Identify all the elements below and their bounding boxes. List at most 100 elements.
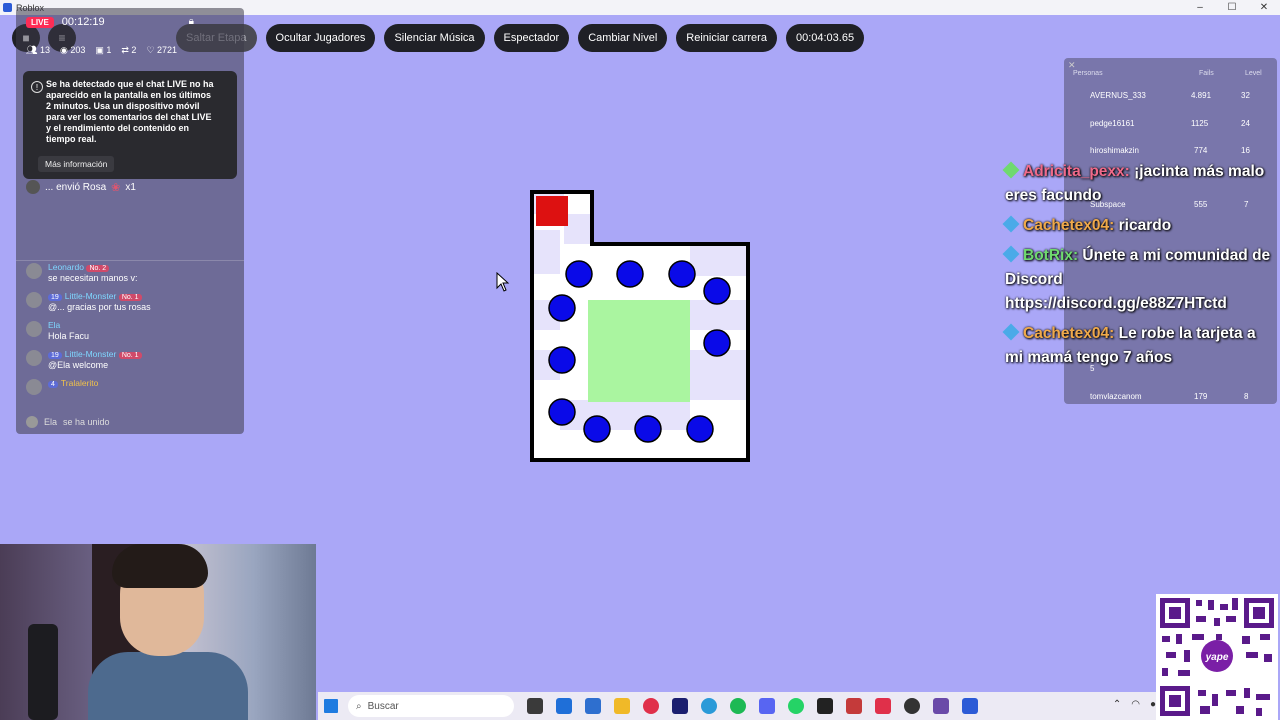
spotify-icon[interactable] — [730, 698, 746, 714]
spectator-button[interactable]: Espectador — [493, 24, 570, 52]
streamer-hair — [112, 544, 208, 588]
chat-username[interactable]: Tralalerito — [61, 378, 98, 388]
chat-message: Ela Hola Facu — [26, 320, 236, 341]
gifts-stat: ▣ 1 — [95, 45, 112, 55]
avatar — [26, 321, 42, 337]
chat-list: Leonardo No. 2 se necesitan manos v: 19 L… — [26, 262, 236, 396]
close-button[interactable]: ✕ — [1248, 0, 1280, 15]
premiere-icon[interactable] — [672, 698, 688, 714]
live-stream-panel: LIVE 00:12:19 🔒︎ 👥︎ 13 ◉ 203 ▣ 1 ⇄ 2 ♡ 2… — [16, 8, 244, 434]
more-info-button[interactable]: Más información — [38, 156, 115, 172]
floor-tile — [690, 350, 746, 400]
level-header: Level — [1245, 70, 1262, 77]
player-fails: 774 — [1194, 146, 1208, 155]
player-name: tomvlazcanom — [1090, 392, 1142, 401]
search-placeholder: Buscar — [367, 700, 399, 712]
viewers-count: 203 — [70, 45, 86, 55]
calculator-icon[interactable] — [585, 698, 601, 714]
chat-message: Leonardo No. 2 se necesitan manos v: — [26, 262, 236, 283]
enemy-dot — [616, 260, 644, 288]
gift-text: ... envió Rosa — [45, 181, 107, 193]
shares-count: 2 — [131, 45, 137, 55]
restart-run-button[interactable]: Reiniciar carrera — [676, 24, 777, 52]
overlay-text: ricardo — [1114, 217, 1172, 234]
enemy-dot — [703, 277, 731, 305]
minimize-button[interactable]: – — [1184, 0, 1216, 15]
chat-text: @... gracias por tus rosas — [48, 302, 151, 312]
avatar — [26, 350, 42, 366]
player-fails: 179 — [1194, 392, 1208, 401]
overlay-chat-line: Cachetex04: ricardo — [1002, 214, 1275, 238]
microphone-stand — [28, 624, 58, 720]
enemy-dot — [686, 415, 714, 443]
whatsapp-icon[interactable] — [788, 698, 804, 714]
lock-icon[interactable]: 🔒︎ — [189, 16, 194, 27]
mouse-cursor-icon — [496, 272, 510, 292]
opera-icon[interactable] — [643, 698, 659, 714]
live-badge: LIVE — [26, 16, 54, 28]
enemy-dot — [565, 260, 593, 288]
floor-tile — [534, 230, 560, 244]
capcut-icon[interactable] — [817, 698, 833, 714]
gift-notification: ... envió Rosa ❀ x1 — [26, 180, 136, 194]
gem-icon — [1002, 323, 1020, 341]
floor-tile — [690, 246, 746, 276]
chat-username[interactable]: Ela — [48, 320, 60, 330]
outlook-icon[interactable] — [556, 698, 572, 714]
file-explorer-icon[interactable] — [614, 698, 630, 714]
overlay-username: Cachetex04: — [1023, 217, 1115, 234]
enemy-dot — [548, 398, 576, 426]
notice-text: Se ha detectado que el chat LIVE no ha a… — [46, 79, 214, 144]
taskbar-search[interactable]: ⌕ Buscar — [348, 695, 514, 717]
rank-badge: No. 1 — [118, 352, 142, 359]
avatar — [26, 379, 42, 395]
change-level-button[interactable]: Cambiar Nivel — [578, 24, 668, 52]
maximize-button[interactable]: ☐ — [1216, 0, 1248, 15]
chat-text: @Ela welcome — [48, 360, 109, 370]
hide-players-button[interactable]: Ocultar Jugadores — [265, 24, 376, 52]
game-toolbar: Saltar Etapa Ocultar Jugadores Silenciar… — [176, 24, 865, 52]
windows-start-icon[interactable] — [324, 699, 338, 713]
users-count: 13 — [39, 45, 50, 55]
roblox-taskbar-icon[interactable] — [962, 698, 978, 714]
search-icon: ⌕ — [356, 700, 362, 712]
rose-icon: ❀ — [111, 181, 121, 194]
text-app-icon[interactable] — [846, 698, 862, 714]
mic-icon[interactable]: ● — [1150, 699, 1156, 710]
obs-icon[interactable] — [904, 698, 920, 714]
player-level: 16 — [1241, 146, 1250, 155]
avatar — [26, 180, 40, 194]
qr-code-icon: yape — [1156, 594, 1278, 720]
chat-username[interactable]: Leonardo — [48, 262, 84, 272]
people-header: Personas — [1073, 70, 1103, 77]
overlay-username: Cachetex04: — [1023, 325, 1115, 342]
wifi-icon[interactable]: ◠ — [1131, 699, 1140, 710]
goal-zone — [588, 300, 690, 402]
overlay-username: BotRix: — [1023, 247, 1079, 264]
overlay-username: Adricita_pexx: — [1023, 163, 1130, 180]
discord-icon[interactable] — [759, 698, 775, 714]
tiktok-icon[interactable] — [875, 698, 891, 714]
edge-icon[interactable] — [701, 698, 717, 714]
enemy-dot — [634, 415, 662, 443]
overlay-chat-line: Adricita_pexx: ¡jacinta más malo eres fa… — [1002, 160, 1275, 208]
task-view-icon[interactable] — [527, 698, 543, 714]
overlay-chat: Adricita_pexx: ¡jacinta más malo eres fa… — [1002, 160, 1275, 376]
player-level: 24 — [1241, 119, 1250, 128]
chevron-up-icon[interactable]: ⌃ — [1113, 699, 1121, 710]
chat-text: Hola Facu — [48, 331, 90, 341]
shares-stat: ⇄ 2 — [121, 45, 137, 55]
divider — [16, 260, 244, 261]
chat-username[interactable]: Little-Monster — [65, 291, 117, 301]
chat-username[interactable]: Little-Monster — [65, 349, 117, 359]
webcam-feed — [0, 544, 316, 720]
joined-username: Ela — [44, 417, 58, 427]
player-name: pedge16161 — [1090, 119, 1135, 128]
live-status-row: LIVE 00:12:19 — [26, 16, 105, 28]
streamlabs-icon[interactable] — [933, 698, 949, 714]
mute-music-button[interactable]: Silenciar Música — [384, 24, 485, 52]
enemy-dot — [668, 260, 696, 288]
fails-header: Fails — [1199, 70, 1214, 77]
level-badge: 19 — [48, 294, 62, 301]
enemy-dot — [548, 294, 576, 322]
